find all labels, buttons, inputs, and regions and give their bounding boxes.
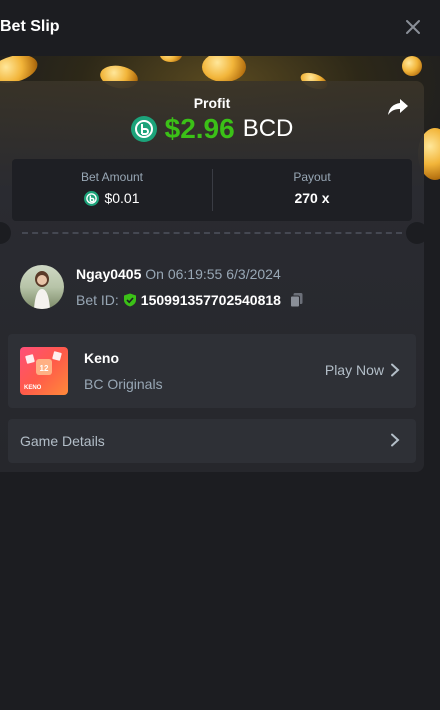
payout: Payout 270 x (212, 159, 412, 221)
bet-id-value: 150991357702540818 (140, 292, 281, 308)
game-provider: BC Originals (84, 376, 163, 392)
profit-amount: $2.96 BCD (0, 113, 424, 145)
avatar[interactable] (20, 265, 64, 309)
ticket-tear-line (22, 232, 402, 234)
username[interactable]: Ngay0405 (76, 266, 141, 282)
payout-value: 270 x (294, 190, 330, 206)
keno-thumbnail: 12 KENO (20, 347, 68, 395)
bet-stats: Bet Amount $0.01 Payout 270 x (12, 159, 412, 221)
keno-logo: 12 KENO (24, 351, 62, 391)
bet-timestamp: On 06:19:55 6/3/2024 (145, 266, 281, 282)
close-icon (406, 20, 420, 34)
chevron-right-icon (391, 363, 400, 377)
ticket-notch-left (0, 222, 11, 244)
verified-shield-icon (123, 293, 136, 307)
username-line: Ngay0405 On 06:19:55 6/3/2024 (76, 266, 281, 282)
play-now-label: Play Now (324, 362, 384, 378)
header: Bet Slip (0, 0, 440, 56)
bet-slip-card: Profit $2.96 BCD Bet Amount $0.01 Payout… (0, 81, 424, 472)
bet-amount-value: $0.01 (104, 190, 140, 206)
chevron-right-icon (391, 433, 400, 447)
user-info: Ngay0405 On 06:19:55 6/3/2024 Bet ID: 15… (20, 265, 410, 313)
bet-amount-value-row: $0.01 (12, 190, 212, 206)
bet-amount: Bet Amount $0.01 (12, 159, 212, 221)
share-button[interactable] (386, 95, 410, 119)
svg-text:KENO: KENO (24, 385, 42, 391)
bet-id-label: Bet ID: (76, 292, 119, 308)
payout-label: Payout (293, 170, 331, 184)
copy-icon[interactable] (289, 292, 305, 308)
bet-amount-label: Bet Amount (80, 170, 144, 184)
bet-id-row: Bet ID: 150991357702540818 (76, 292, 305, 308)
page-title: Bet Slip (0, 18, 60, 35)
svg-text:12: 12 (40, 364, 49, 373)
bcd-coin-icon (84, 190, 100, 206)
game-card[interactable]: 12 KENO Keno BC Originals Play Now (8, 334, 416, 408)
close-button[interactable] (402, 16, 424, 38)
profit-value: $2.96 (164, 113, 235, 144)
profit-currency: BCD (242, 115, 294, 142)
game-name: Keno (84, 350, 119, 366)
game-details-label: Game Details (20, 433, 105, 449)
profit-label: Profit (193, 95, 231, 111)
bcd-coin-icon (130, 116, 157, 142)
share-icon (388, 99, 408, 115)
game-details-chevron (390, 433, 400, 447)
game-details-row[interactable]: Game Details (8, 419, 416, 463)
ticket-notch-right (406, 222, 424, 244)
avatar-image (34, 271, 50, 309)
play-now-button[interactable]: Play Now (325, 362, 400, 378)
